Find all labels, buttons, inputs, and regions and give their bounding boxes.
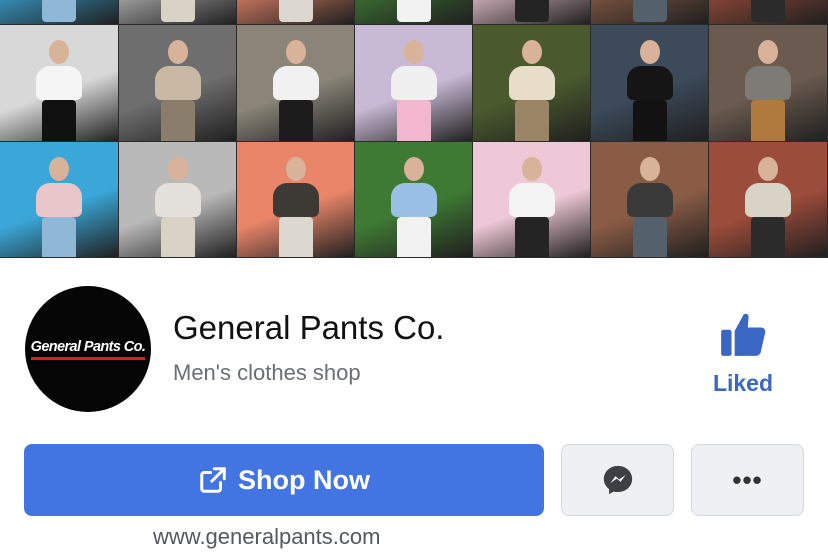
model-figure <box>622 0 678 24</box>
cover-photo-tile <box>355 0 472 24</box>
thumbs-up-icon <box>721 313 766 356</box>
cover-photo-tile <box>709 142 827 257</box>
model-figure <box>31 152 87 257</box>
shop-now-label: Shop Now <box>238 464 370 495</box>
model-figure <box>740 152 796 257</box>
model-figure <box>31 0 87 24</box>
shop-now-button[interactable]: Shop Now <box>24 444 544 516</box>
more-dots-icon: ••• <box>732 464 763 495</box>
model-figure <box>150 152 206 257</box>
cover-photo-tile <box>0 0 118 24</box>
cover-photo-tile <box>591 25 708 141</box>
model-figure <box>386 0 442 24</box>
model-figure <box>150 0 206 24</box>
cover-photo-tile <box>591 142 708 257</box>
model-figure <box>504 0 560 24</box>
model-figure <box>740 0 796 24</box>
model-figure <box>31 35 87 141</box>
page-title[interactable]: General Pants Co. <box>173 309 444 347</box>
model-figure <box>386 35 442 141</box>
cover-photo-tile <box>0 25 118 141</box>
cover-photo-collage[interactable] <box>0 0 828 258</box>
model-figure <box>504 152 560 257</box>
cover-photo-tile <box>473 142 590 257</box>
website-link[interactable]: www.generalpants.com <box>153 524 380 550</box>
cover-photo-tile <box>237 142 354 257</box>
messenger-button[interactable] <box>561 444 674 516</box>
cover-photo-tile <box>119 25 236 141</box>
cover-photo-tile <box>0 142 118 257</box>
cover-photo-tile <box>355 142 472 257</box>
cover-photo-tile <box>237 0 354 24</box>
brand-logo: General Pants Co. <box>30 339 146 360</box>
model-figure <box>504 35 560 141</box>
model-figure <box>268 152 324 257</box>
liked-button[interactable]: Liked <box>700 310 786 405</box>
model-figure <box>622 152 678 257</box>
messenger-icon <box>603 465 632 495</box>
cover-photo-tile <box>473 25 590 141</box>
model-figure <box>740 35 796 141</box>
cover-photo-tile <box>237 25 354 141</box>
cover-photo-tile <box>709 0 827 24</box>
cover-photo-tile <box>473 0 590 24</box>
cover-photo-tile <box>591 0 708 24</box>
cover-photo-tile <box>119 0 236 24</box>
more-options-button[interactable]: ••• <box>691 444 804 516</box>
cover-photo-tile <box>709 25 827 141</box>
model-figure <box>268 0 324 24</box>
cover-photo-tile <box>355 25 472 141</box>
page-category: Men's clothes shop <box>173 360 361 385</box>
cover-photo-tile <box>119 142 236 257</box>
model-figure <box>622 35 678 141</box>
model-figure <box>386 152 442 257</box>
model-figure <box>268 35 324 141</box>
model-figure <box>150 35 206 141</box>
external-link-icon <box>200 467 226 493</box>
page-avatar[interactable]: General Pants Co. <box>25 286 151 412</box>
liked-label: Liked <box>712 370 774 396</box>
